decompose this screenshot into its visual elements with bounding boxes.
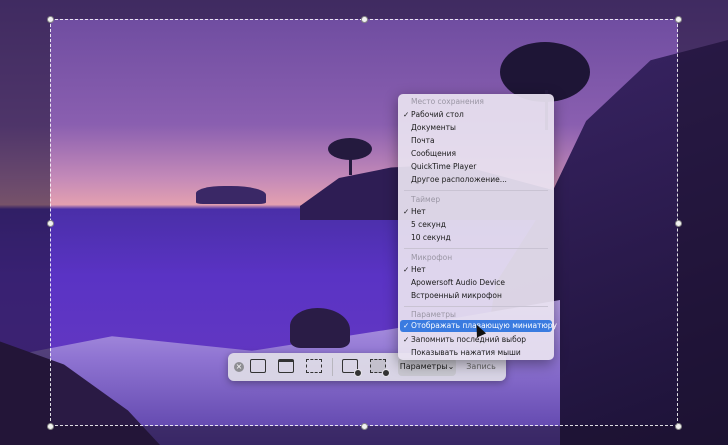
dim-overlay-right <box>678 19 728 426</box>
checkmark-icon: ✓ <box>403 110 410 119</box>
selection-handle-bottom[interactable] <box>361 423 368 430</box>
selection-handle-left[interactable] <box>47 220 54 227</box>
menu-item-label: 10 секунд <box>411 233 451 242</box>
options-button[interactable]: Параметры⌄ <box>398 358 456 376</box>
menu-item-desktop[interactable]: ✓ Рабочий стол <box>400 109 552 121</box>
menu-item-documents[interactable]: Документы <box>400 122 552 134</box>
close-icon[interactable]: × <box>234 362 244 372</box>
menu-item-label: Запомнить последний выбор <box>411 335 527 344</box>
checkmark-icon: ✓ <box>403 335 410 344</box>
record-selection-icon[interactable] <box>370 359 390 377</box>
menu-item-quicktime[interactable]: QuickTime Player <box>400 161 552 173</box>
menu-separator <box>404 306 548 307</box>
menu-item-mail[interactable]: Почта <box>400 135 552 147</box>
menu-separator <box>404 248 548 249</box>
menu-item-mic-apowersoft[interactable]: Apowersoft Audio Device <box>400 277 552 289</box>
checkmark-icon: ✓ <box>403 265 410 274</box>
selection-handle-top-left[interactable] <box>47 16 54 23</box>
menu-item-label: Показывать нажатия мыши <box>411 348 521 357</box>
menu-item-label: Нет <box>411 265 426 274</box>
menu-item-timer-none[interactable]: ✓ Нет <box>400 206 552 218</box>
menu-item-timer-10s[interactable]: 10 секунд <box>400 232 552 244</box>
options-label: Параметры <box>399 362 448 371</box>
menu-item-label: Нет <box>411 207 426 216</box>
menu-separator <box>404 190 548 191</box>
selection-handle-right[interactable] <box>675 220 682 227</box>
menu-item-other-location[interactable]: Другое расположение... <box>400 174 552 186</box>
capture-button[interactable]: Запись <box>461 358 501 376</box>
capture-selection-icon[interactable] <box>306 359 322 373</box>
capture-entire-screen-icon[interactable] <box>250 359 266 373</box>
menu-item-show-clicks[interactable]: Показывать нажатия мыши <box>400 347 552 359</box>
menu-item-label: Рабочий стол <box>411 110 464 119</box>
selection-handle-top-right[interactable] <box>675 16 682 23</box>
checkmark-icon: ✓ <box>403 207 410 216</box>
menu-section-header-mic: Микрофон <box>411 253 453 262</box>
menu-item-timer-5s[interactable]: 5 секунд <box>400 219 552 231</box>
chevron-down-icon: ⌄ <box>447 362 455 371</box>
selection-handle-bottom-left[interactable] <box>47 423 54 430</box>
menu-item-label: Apowersoft Audio Device <box>411 278 505 287</box>
menu-item-messages[interactable]: Сообщения <box>400 148 552 160</box>
options-menu: Место сохранения ✓ Рабочий стол Документы… <box>398 94 557 360</box>
menu-item-mic-builtin[interactable]: Встроенный микрофон <box>400 290 552 302</box>
menu-section-header-save: Место сохранения <box>411 97 484 106</box>
capture-window-icon[interactable] <box>278 359 294 373</box>
menu-item-label: QuickTime Player <box>411 162 477 171</box>
menu-item-label: Встроенный микрофон <box>411 291 502 300</box>
menu-section-header-timer: Таймер <box>411 195 441 204</box>
menu-item-label: Документы <box>411 123 456 132</box>
toolbar-separator <box>332 358 333 376</box>
selection-handle-bottom-right[interactable] <box>675 423 682 430</box>
menu-item-mic-none[interactable]: ✓ Нет <box>400 264 552 276</box>
menu-item-label: 5 секунд <box>411 220 446 229</box>
record-entire-screen-icon[interactable] <box>342 359 362 377</box>
menu-item-label: Другое расположение... <box>411 175 507 184</box>
selection-handle-top[interactable] <box>361 16 368 23</box>
checkmark-icon: ✓ <box>403 321 410 330</box>
menu-item-label: Сообщения <box>411 149 457 158</box>
dim-overlay-left <box>0 19 50 426</box>
menu-item-label: Почта <box>411 136 435 145</box>
menu-section-header-params: Параметры <box>411 310 456 319</box>
